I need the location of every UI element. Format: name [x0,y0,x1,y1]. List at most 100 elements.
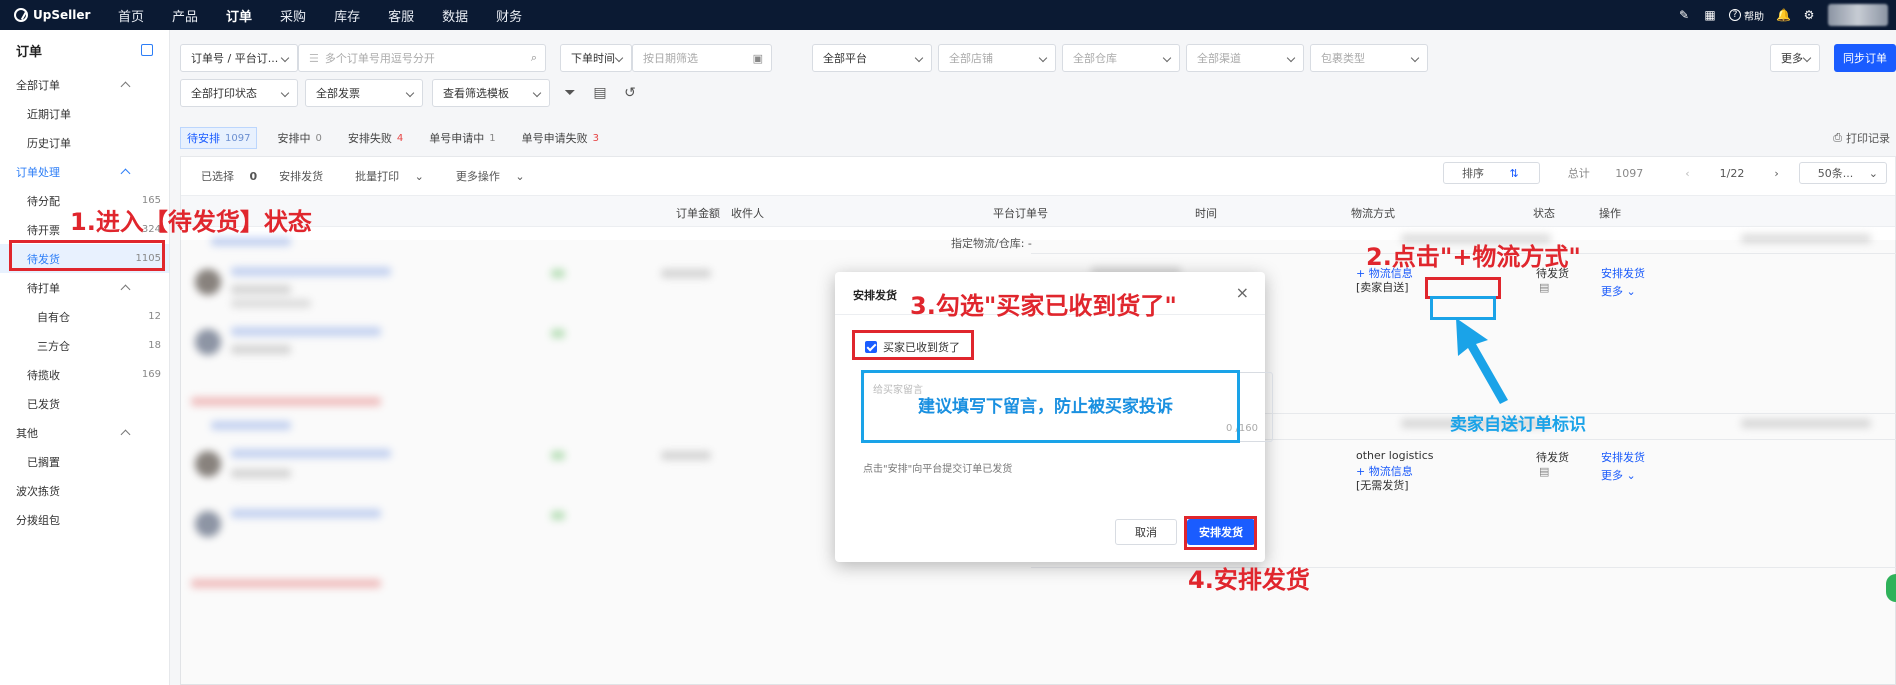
highlight-buyer-received-checkbox [852,330,974,360]
nav-finance[interactable]: 财务 [482,6,536,25]
chevron-down-icon [914,53,924,63]
package-type-select[interactable]: 包裹类型 [1310,44,1428,72]
bell-icon[interactable]: 🔔 [1776,8,1791,22]
sidebar-item-to-pickup[interactable]: 待揽收 169 [0,360,169,389]
selected-label: 已选择 [201,170,234,183]
blurred-line [231,345,291,354]
apps-grid-icon[interactable]: ▦ [1703,8,1717,22]
sidebar-item-label: 订单处理 [16,165,60,179]
blurred-thumbnail [195,269,221,295]
print-status-value: 全部打印状态 [191,87,257,100]
tab-to-arrange[interactable]: 待安排 1097 [180,127,258,149]
blurred-line [231,267,391,276]
sidebar-item-all-orders[interactable]: 全部订单 [0,70,169,99]
filter-template-value: 查看筛选模板 [443,87,509,100]
order-search-input[interactable]: ☰ 多个订单号用逗号分开 ⌕ [298,44,546,72]
sidebar-item-order-processing[interactable]: 订单处理 [0,157,169,186]
chevron-down-icon [280,53,290,63]
col-status: 状态 [1533,207,1555,220]
arrange-shipment-row-link[interactable]: 安排发货 [1601,265,1645,281]
next-page-icon[interactable]: › [1764,167,1778,180]
bulk-toolbar: 已选择 0 安排发货 批量打印 ⌄ 更多操作 ⌄ 排序 ⇅ 总计 1097 ‹ … [181,157,1895,195]
help-link[interactable]: ? 帮助 [1729,8,1764,23]
arrange-shipment-row-link[interactable]: 安排发货 [1601,449,1645,465]
collapse-sidebar-icon[interactable] [141,44,153,56]
chevron-down-icon [1286,53,1296,63]
sidebar-item-distribution-packing[interactable]: 分拨组包 [0,505,169,534]
cancel-button[interactable]: 取消 [1115,519,1177,545]
blurred-line [231,285,291,294]
nav-inventory[interactable]: 库存 [320,6,374,25]
total-count: 1097 [1615,167,1644,180]
tab-count: 0 [315,132,322,144]
account-avatar[interactable] [1828,4,1888,26]
document-icon[interactable]: ▤ [1539,465,1549,478]
arrange-shipment-toolbar-button[interactable]: 安排发货 [269,168,323,184]
sync-orders-button[interactable]: 同步订单 [1834,44,1896,72]
more-operations-label: 更多操作 [455,170,500,183]
filter-template-select[interactable]: 查看筛选模板 [432,79,550,107]
tab-arranging[interactable]: 安排中 0 [271,127,327,149]
search-icon[interactable]: ⌕ [531,51,537,65]
reset-icon[interactable]: ↺ [620,83,640,103]
tab-label: 单号申请失败 [521,132,588,145]
nav-data[interactable]: 数据 [428,6,482,25]
brand-logo[interactable]: UpSeller [0,8,104,22]
tab-tracking-failed[interactable]: 单号申请失败 3 [516,127,605,149]
sidebar-item-label: 近期订单 [27,107,71,121]
more-filters-label: 更多 [1781,52,1803,65]
sort-button[interactable]: 排序 ⇅ [1443,162,1540,184]
wrench-icon[interactable]: ✎ [1677,8,1691,22]
chat-widget[interactable] [1886,574,1896,602]
channel-select[interactable]: 全部渠道 [1186,44,1304,72]
tab-arrange-failed[interactable]: 安排失败 4 [342,127,409,149]
sidebar-title: 订单 [16,44,43,60]
invoice-select[interactable]: 全部发票 [305,79,423,107]
prev-page-icon[interactable]: ‹ [1675,167,1689,180]
print-record-link[interactable]: ⎙ 打印记录 [1833,130,1890,146]
sidebar-item-own-warehouse[interactable]: 自有仓 12 [0,302,169,331]
warehouse-select[interactable]: 全部仓库 [1062,44,1180,72]
batch-print-button[interactable]: 批量打印 ⌄ [335,168,424,184]
nav-purchase[interactable]: 采购 [266,6,320,25]
close-icon[interactable]: × [1236,283,1249,302]
platform-select[interactable]: 全部平台 [812,44,932,72]
time-type-select[interactable]: 下单时间 [560,44,632,72]
time-type-value: 下单时间 [571,52,615,65]
sidebar-item-third-party-warehouse[interactable]: 三方仓 18 [0,331,169,360]
total-info: 总计 1097 [1548,165,1656,181]
more-operations-button[interactable]: 更多操作 ⌄ [436,168,525,184]
sidebar-item-history-orders[interactable]: 历史订单 [0,128,169,157]
filter-icon[interactable]: ⏷ [560,83,580,103]
sidebar-item-other[interactable]: 其他 [0,418,169,447]
sidebar-item-to-print[interactable]: 待打单 [0,273,169,302]
tab-tracking-applying[interactable]: 单号申请中 1 [423,127,501,149]
shop-select[interactable]: 全部店铺 [938,44,1056,72]
nav-home[interactable]: 首页 [104,6,158,25]
chevron-down-icon [1162,53,1172,63]
sidebar-item-on-hold[interactable]: 已搁置 [0,447,169,476]
chevron-down-icon [1038,53,1048,63]
sidebar-item-recent-orders[interactable]: 近期订单 [0,99,169,128]
row-more-link[interactable]: 更多 ⌄ [1601,283,1636,299]
nav-orders[interactable]: 订单 [212,6,266,25]
nav-customer-service[interactable]: 客服 [374,6,428,25]
more-filters-button[interactable]: 更多 [1770,44,1820,72]
print-status-select[interactable]: 全部打印状态 [180,79,298,107]
sidebar-item-count: 12 [148,311,161,322]
print-record-label: 打印记录 [1846,132,1890,145]
col-recipient: 收件人 [731,207,764,220]
document-icon[interactable]: ▤ [1539,281,1549,294]
arrow-shape [1456,318,1508,404]
page-size-select[interactable]: 50条... ⌄ [1798,162,1887,184]
chevron-up-icon [120,81,131,92]
save-icon[interactable]: ▤ [590,83,610,103]
order-number-type-select[interactable]: 订单号 / 平台订... [180,44,298,72]
sidebar-item-shipped[interactable]: 已发货 [0,389,169,418]
row-more-link[interactable]: 更多 ⌄ [1601,467,1636,483]
nav-products[interactable]: 产品 [158,6,212,25]
gear-icon[interactable]: ⚙ [1802,8,1816,22]
sidebar-item-label: 待打单 [27,281,60,295]
date-range-input[interactable]: 按日期筛选 ▣ [632,44,772,72]
sidebar-item-wave-picking[interactable]: 波次拣货 [0,476,169,505]
